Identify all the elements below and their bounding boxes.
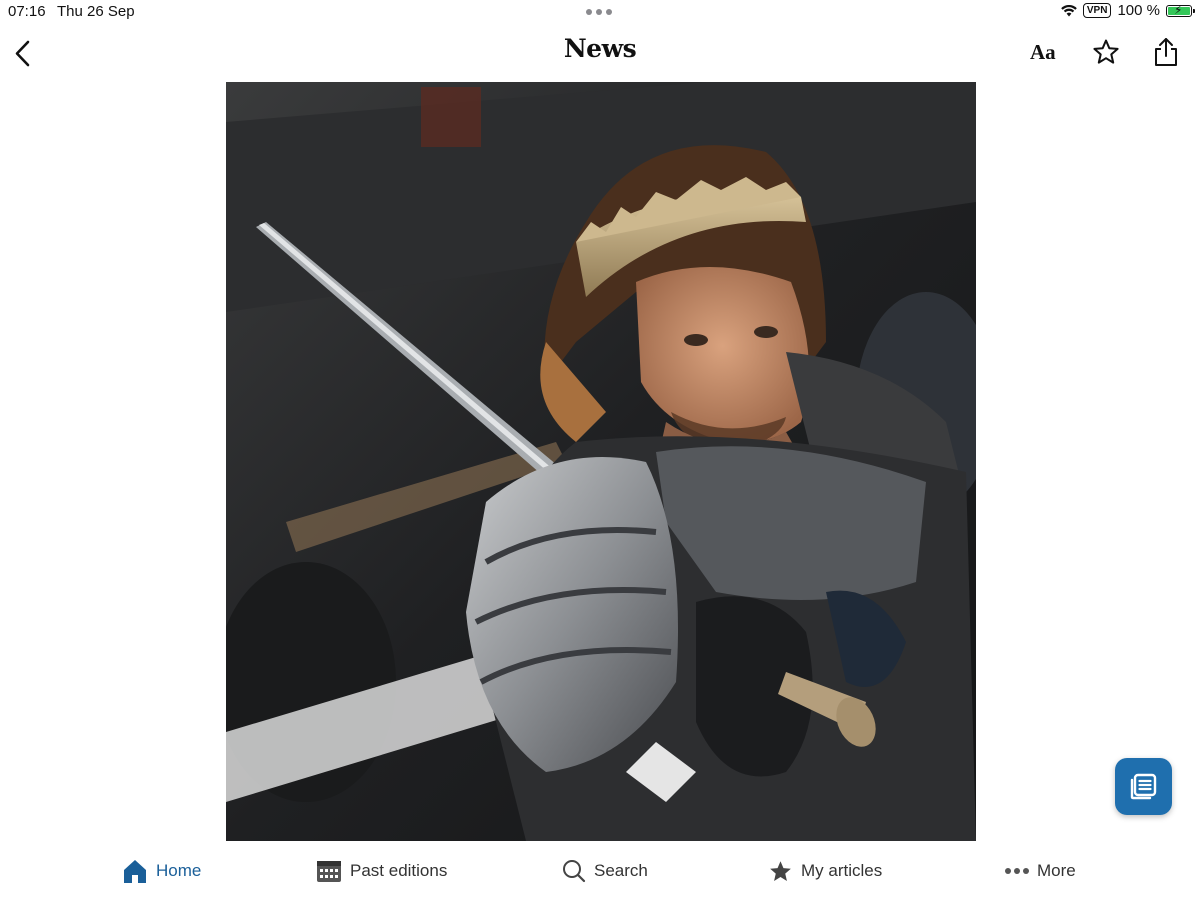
tab-more-label: More [1037,861,1076,880]
multitasking-dots-icon[interactable] [586,9,612,15]
share-button[interactable] [1152,36,1180,68]
more-dots-icon [1005,868,1029,874]
tab-past-editions[interactable]: Past editions [316,855,447,887]
calendar-icon [317,861,341,882]
status-date: Thu 26 Sep [57,3,135,20]
article-hero-image[interactable] [226,82,976,841]
tab-search-label: Search [594,861,648,880]
status-time: 07:16 [8,3,46,20]
page-title: News [563,34,637,63]
battery-charging-icon: ⚡ [1166,2,1195,17]
tab-bar: Home Past editions Search My articles Mo… [0,841,1200,900]
tab-search[interactable]: Search [562,855,648,887]
articles-list-button[interactable] [1115,758,1172,815]
vpn-badge: VPN [1082,3,1112,18]
share-icon [1155,38,1177,66]
articles-list-icon [1130,773,1157,800]
tab-my-articles-label: My articles [801,861,883,880]
star-outline-icon [1093,39,1119,64]
tab-past-editions-label: Past editions [350,861,448,880]
knight-photo [226,82,976,841]
home-icon [124,860,146,883]
star-filled-icon [770,860,791,881]
battery-percent: 100 % [1117,2,1160,19]
wifi-icon [1061,4,1077,16]
search-icon [563,860,586,883]
app-screen: 07:16 Thu 26 Sep VPN 100 % ⚡ News Aa Hom… [0,0,1200,900]
bookmark-button[interactable] [1092,38,1120,66]
text-size-button[interactable]: Aa [1030,40,1056,65]
nav-bar: News Aa [0,28,1200,78]
tab-more[interactable]: More [1005,855,1076,887]
status-bar: 07:16 Thu 26 Sep VPN 100 % ⚡ [0,0,1200,24]
tab-home-label: Home [156,861,202,880]
status-indicators: VPN 100 % ⚡ [1061,2,1195,19]
tab-my-articles[interactable]: My articles [768,855,882,887]
tab-home[interactable]: Home [122,855,201,887]
charging-bolt-icon: ⚡ [1174,2,1183,17]
